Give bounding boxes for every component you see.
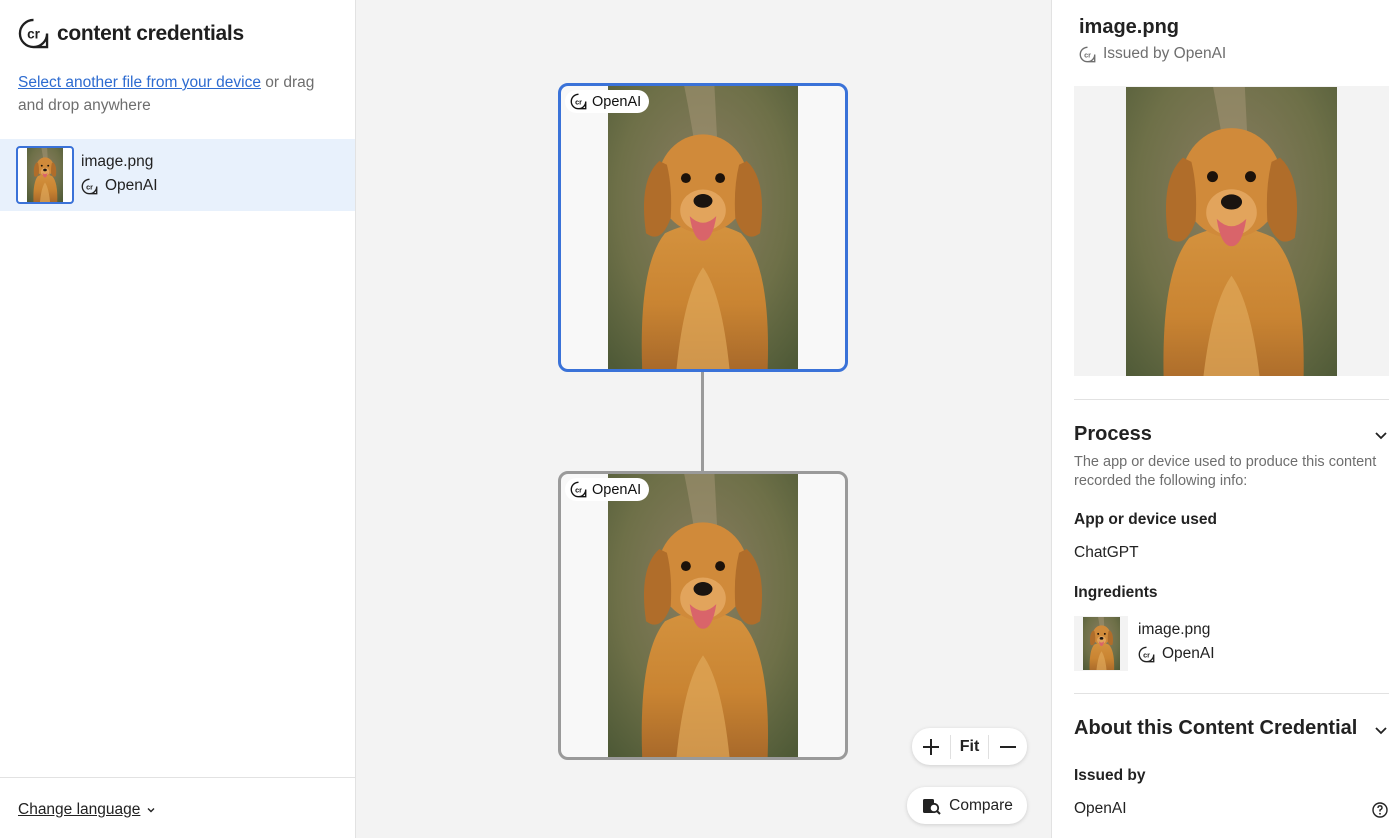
app-device-label: App or device used <box>1074 511 1217 528</box>
compare-label: Compare <box>949 796 1013 814</box>
ingredient-name[interactable]: image.png <box>1138 621 1210 639</box>
cr-badge-icon <box>1079 46 1096 63</box>
chevron-down-icon[interactable] <box>1374 428 1388 442</box>
compare-button[interactable]: Compare <box>907 787 1027 824</box>
ingredients-label: Ingredients <box>1074 584 1158 601</box>
details-panel: image.png Issued by OpenAI Process The a… <box>1051 0 1400 838</box>
dog-image <box>1126 87 1337 376</box>
issued-by-value: OpenAI <box>1074 800 1127 817</box>
cr-badge-icon <box>81 178 98 195</box>
file-name: image.png <box>81 153 154 170</box>
section-divider <box>1074 693 1389 694</box>
dog-image <box>608 474 798 757</box>
provenance-canvas[interactable]: OpenAI OpenAI Fit Compare <box>356 0 1051 838</box>
node-issuer-badge: OpenAI <box>565 90 650 113</box>
minus-icon <box>1000 745 1017 748</box>
file-issuer: OpenAI <box>81 177 158 195</box>
process-section-title[interactable]: Process <box>1074 423 1152 446</box>
app-logo: cr content credentials <box>18 18 244 49</box>
plus-icon <box>922 738 939 755</box>
ingredient-issuer: OpenAI <box>1138 645 1215 663</box>
chevron-down-icon[interactable] <box>1374 723 1388 737</box>
app-device-value: ChatGPT <box>1074 544 1139 561</box>
issued-by-label: Issued by <box>1074 767 1146 784</box>
zoom-fit-button[interactable]: Fit <box>951 728 989 765</box>
details-issued-by-text: Issued by OpenAI <box>1103 45 1227 62</box>
sidebar-footer: Change language <box>0 777 355 838</box>
provenance-node-ingredient[interactable]: OpenAI <box>558 471 848 760</box>
file-list-item-selected[interactable]: image.png OpenAI <box>0 139 355 211</box>
zoom-in-button[interactable] <box>912 728 950 765</box>
details-preview <box>1074 86 1389 376</box>
dog-image <box>608 86 798 369</box>
change-language-label: Change language <box>18 801 141 818</box>
left-sidebar: cr content credentials Select another fi… <box>0 0 356 838</box>
app-name: content credentials <box>57 21 244 45</box>
provenance-node-current[interactable]: OpenAI <box>558 83 848 372</box>
zoom-out-button[interactable] <box>989 728 1027 765</box>
cr-badge-icon <box>1138 646 1155 663</box>
section-divider <box>1074 399 1389 400</box>
zoom-controls: Fit <box>912 728 1027 765</box>
process-description: The app or device used to produce this c… <box>1074 454 1377 489</box>
file-thumbnail <box>16 146 74 204</box>
file-issuer-name: OpenAI <box>105 177 158 194</box>
change-language-button[interactable]: Change language <box>18 801 156 819</box>
cr-badge-icon <box>570 481 587 498</box>
file-select-instructions: Select another file from your device or … <box>18 71 338 117</box>
ingredient-thumbnail[interactable] <box>1074 616 1128 671</box>
about-section-title[interactable]: About this Content Credential <box>1074 717 1357 740</box>
chevron-down-icon <box>147 808 155 813</box>
details-title: image.png <box>1079 16 1180 38</box>
node-connector <box>701 372 704 471</box>
node-issuer-name: OpenAI <box>592 481 642 498</box>
select-file-link[interactable]: Select another file from your device <box>18 74 261 91</box>
node-issuer-name: OpenAI <box>592 93 642 110</box>
svg-text:cr: cr <box>27 26 41 41</box>
ingredient-issuer-name: OpenAI <box>1162 645 1215 662</box>
node-issuer-badge: OpenAI <box>565 478 650 501</box>
details-issued-by: Issued by OpenAI <box>1079 45 1226 63</box>
compare-icon <box>923 798 941 815</box>
cr-badge-icon <box>570 93 587 110</box>
content-credentials-logo-icon: cr <box>18 18 49 49</box>
dog-image <box>1083 617 1120 670</box>
dog-image-thumbnail <box>27 148 63 202</box>
help-icon[interactable] <box>1372 802 1388 818</box>
